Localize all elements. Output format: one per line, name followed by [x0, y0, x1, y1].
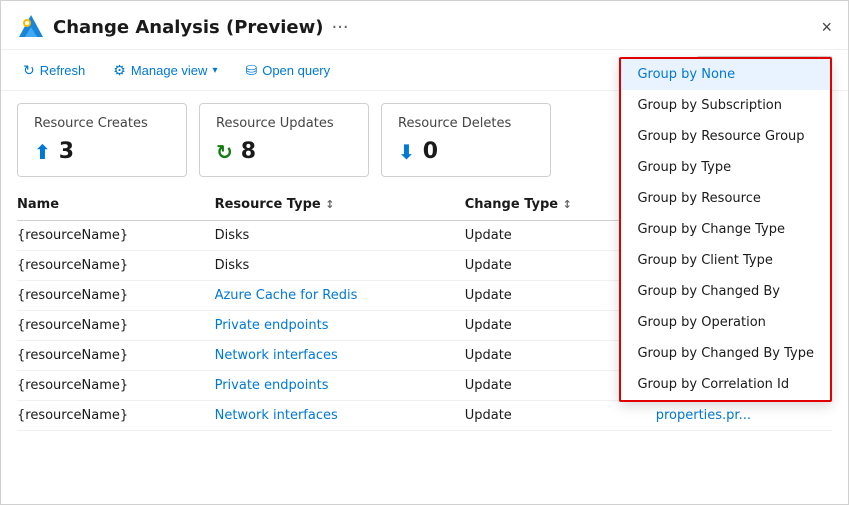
azure-icon	[17, 13, 45, 41]
card-creates: Resource Creates ⬆ 3	[17, 103, 187, 177]
card-deletes: Resource Deletes ⬇ 0	[381, 103, 551, 177]
chevron-down-icon: ▾	[212, 65, 217, 76]
creates-icon: ⬆	[34, 140, 51, 164]
dropdown-item[interactable]: Group by None	[621, 59, 830, 90]
cell-resource-type[interactable]: Network interfaces	[215, 401, 465, 431]
group-by-dropdown: Group by NoneGroup by SubscriptionGroup …	[619, 57, 832, 402]
title-bar: Change Analysis (Preview) ··· ×	[1, 1, 848, 50]
dropdown-item[interactable]: Group by Operation	[621, 307, 830, 338]
manage-view-label: Manage view	[131, 63, 208, 78]
card-updates-value: ↻ 8	[216, 139, 352, 164]
ellipsis-menu[interactable]: ···	[331, 17, 348, 38]
dropdown-item[interactable]: Group by Resource	[621, 183, 830, 214]
cell-name: {resourceName}	[17, 221, 215, 251]
cell-resource-type: Disks	[215, 251, 465, 281]
change-analysis-window: Change Analysis (Preview) ··· × ↻ Refres…	[0, 0, 849, 505]
cell-name: {resourceName}	[17, 371, 215, 401]
cell-name: {resourceName}	[17, 281, 215, 311]
manage-view-button[interactable]: ⚙ Manage view ▾	[107, 58, 223, 83]
updates-count: 8	[241, 139, 256, 164]
title-left: Change Analysis (Preview) ···	[17, 13, 349, 41]
dropdown-item[interactable]: Group by Type	[621, 152, 830, 183]
updates-icon: ↻	[216, 140, 233, 164]
open-query-button[interactable]: ⛁ Open query	[239, 58, 336, 83]
dropdown-item[interactable]: Group by Change Type	[621, 214, 830, 245]
dropdown-item[interactable]: Group by Resource Group	[621, 121, 830, 152]
close-button[interactable]: ×	[821, 18, 832, 36]
sort-icon: ↕	[563, 198, 572, 211]
deletes-icon: ⬇	[398, 140, 415, 164]
dropdown-item[interactable]: Group by Changed By Type	[621, 338, 830, 369]
card-deletes-value: ⬇ 0	[398, 139, 534, 164]
cell-changes[interactable]: properties.pr...	[656, 401, 832, 431]
refresh-icon: ↻	[23, 62, 35, 79]
sort-icon: ↕	[325, 198, 334, 211]
card-deletes-title: Resource Deletes	[398, 116, 534, 131]
creates-count: 3	[59, 139, 74, 164]
col-resource-type[interactable]: Resource Type ↕	[215, 189, 465, 221]
card-updates: Resource Updates ↻ 8	[199, 103, 369, 177]
cell-resource-type[interactable]: Private endpoints	[215, 311, 465, 341]
query-icon: ⛁	[245, 62, 257, 79]
refresh-label: Refresh	[40, 63, 86, 78]
cell-name: {resourceName}	[17, 401, 215, 431]
col-name: Name	[17, 189, 215, 221]
cell-resource-type[interactable]: Network interfaces	[215, 341, 465, 371]
dropdown-item[interactable]: Group by Correlation Id	[621, 369, 830, 400]
cell-name: {resourceName}	[17, 251, 215, 281]
deletes-count: 0	[423, 139, 438, 164]
dropdown-item[interactable]: Group by Client Type	[621, 245, 830, 276]
cell-resource-type[interactable]: Azure Cache for Redis	[215, 281, 465, 311]
card-creates-value: ⬆ 3	[34, 139, 170, 164]
card-creates-title: Resource Creates	[34, 116, 170, 131]
window-title: Change Analysis (Preview)	[53, 17, 323, 38]
table-row: {resourceName}Network interfacesUpdatepr…	[17, 401, 832, 431]
open-query-label: Open query	[262, 63, 330, 78]
cell-resource-type[interactable]: Private endpoints	[215, 371, 465, 401]
gear-icon: ⚙	[113, 62, 126, 79]
card-updates-title: Resource Updates	[216, 116, 352, 131]
cell-change-type: Update	[465, 401, 656, 431]
dropdown-item[interactable]: Group by Subscription	[621, 90, 830, 121]
cell-resource-type: Disks	[215, 221, 465, 251]
dropdown-item[interactable]: Group by Changed By	[621, 276, 830, 307]
refresh-button[interactable]: ↻ Refresh	[17, 58, 91, 83]
cell-name: {resourceName}	[17, 341, 215, 371]
cell-name: {resourceName}	[17, 311, 215, 341]
